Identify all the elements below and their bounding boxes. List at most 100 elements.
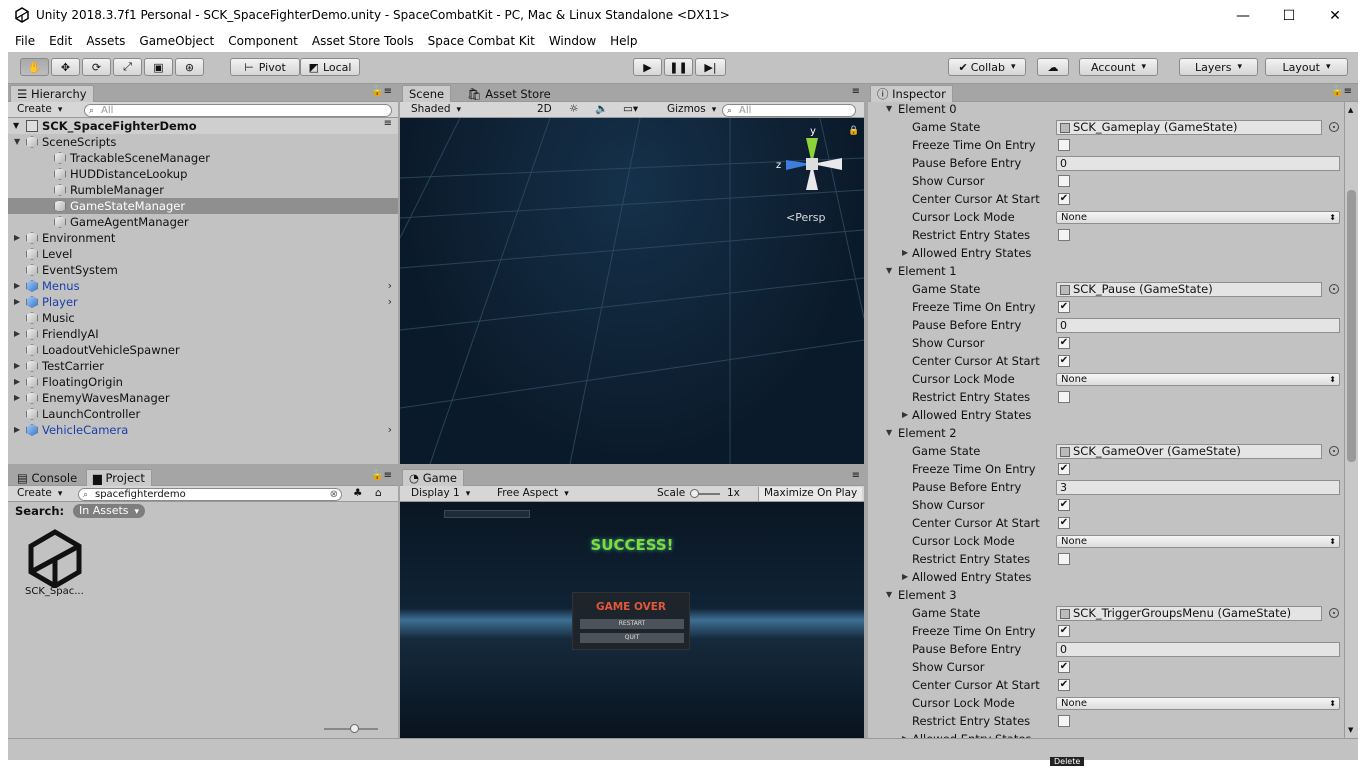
inspector-scrollbar[interactable]: ▲ ▼ (1344, 102, 1358, 738)
checkbox[interactable] (1058, 715, 1070, 727)
checkbox[interactable]: ✔ (1058, 625, 1070, 637)
local-toggle[interactable]: ◩ Local (300, 58, 360, 76)
hierarchy-item[interactable]: ▶ Player › (8, 294, 398, 310)
checkbox[interactable]: ✔ (1058, 499, 1070, 511)
scene-menu-icon[interactable]: ≡ (384, 118, 392, 129)
hierarchy-item[interactable]: HUDDistanceLookup (8, 166, 398, 182)
hierarchy-item[interactable]: TrackableSceneManager (8, 150, 398, 166)
hierarchy-item[interactable]: ▶ TestCarrier (8, 358, 398, 374)
restart-button[interactable]: RESTART (580, 619, 684, 629)
minimize-button[interactable]: — (1220, 0, 1266, 32)
scene-root-row[interactable]: ▼ SCK_SpaceFighterDemo ≡ (8, 118, 398, 134)
foldout-arrow-icon[interactable]: ▶ (902, 244, 908, 262)
panel-menu-icon[interactable]: ≡ (852, 470, 860, 481)
checkbox[interactable] (1058, 553, 1070, 565)
pause-before-entry-field[interactable]: 0 (1056, 318, 1340, 333)
lighting-toggle[interactable]: ☼ (564, 103, 583, 117)
prefab-open-icon[interactable]: › (388, 422, 392, 438)
filter-by-label-button[interactable]: ⌂ (370, 487, 387, 501)
play-button[interactable]: ▶ (633, 58, 662, 76)
menu-assets[interactable]: Assets (79, 32, 132, 52)
panel-menu-icon[interactable]: ≡ (852, 86, 860, 97)
checkbox[interactable] (1058, 229, 1070, 241)
tab-asset-store[interactable]: 🛍 Asset Store (460, 85, 558, 102)
hierarchy-item[interactable]: ▶ FriendlyAI (8, 326, 398, 342)
checkbox[interactable]: ✔ (1058, 193, 1070, 205)
pause-before-entry-field[interactable]: 0 (1056, 642, 1340, 657)
menu-gameobject[interactable]: GameObject (132, 32, 221, 52)
search-scope-toggle[interactable]: In Assets (73, 504, 146, 518)
foldout-arrow-icon[interactable]: ▶ (902, 568, 908, 586)
allowed-entry-states-foldout[interactable]: ▶ Allowed Entry States (868, 244, 1330, 262)
expand-arrow-icon[interactable]: ▼ (13, 121, 19, 130)
scene-search-input[interactable]: ⌕ All (722, 104, 856, 117)
checkbox[interactable] (1058, 139, 1070, 151)
game-state-field[interactable]: SCK_Pause (GameState) (1056, 282, 1322, 297)
pause-before-entry-field[interactable]: 0 (1056, 156, 1340, 171)
maximize-button[interactable]: ☐ (1266, 0, 1312, 32)
aspect-dropdown[interactable]: Free Aspect (492, 487, 648, 501)
object-picker-icon[interactable] (1329, 122, 1339, 132)
tab-game[interactable]: ◔ Game (402, 469, 464, 486)
icon-size-slider[interactable] (324, 724, 378, 733)
2d-toggle[interactable]: 2D (532, 103, 557, 117)
allowed-entry-states-foldout[interactable]: ▶ Allowed Entry States (868, 406, 1330, 424)
pause-button[interactable]: ❚❚ (664, 58, 693, 76)
menu-window[interactable]: Window (542, 32, 603, 52)
collapse-arrow-icon[interactable]: ▶ (14, 326, 20, 342)
menu-help[interactable]: Help (603, 32, 644, 52)
hierarchy-item[interactable]: LaunchController (8, 406, 398, 422)
scale-slider-thumb[interactable] (690, 489, 699, 498)
allowed-entry-states-foldout[interactable]: ▶ Allowed Entry States (868, 568, 1330, 586)
hierarchy-item[interactable]: GameAgentManager (8, 214, 398, 230)
menu-edit[interactable]: Edit (42, 32, 79, 52)
foldout-arrow-icon[interactable]: ▼ (886, 262, 892, 280)
scrollbar-thumb[interactable] (1347, 190, 1356, 462)
gizmos-dropdown[interactable]: Gizmos (662, 103, 721, 117)
layout-dropdown[interactable]: Layout (1265, 58, 1348, 76)
game-viewport[interactable]: SUCCESS! GAME OVER RESTART QUIT (400, 502, 864, 738)
element-foldout[interactable]: ▼ Element 0 (868, 100, 1330, 118)
collapse-arrow-icon[interactable]: ▶ (14, 422, 20, 438)
shading-mode-dropdown[interactable]: Shaded (406, 103, 526, 117)
object-picker-icon[interactable] (1329, 284, 1339, 294)
layers-dropdown[interactable]: Layers (1179, 58, 1258, 76)
collapse-arrow-icon[interactable]: ▶ (14, 278, 20, 294)
hierarchy-item[interactable]: Level (8, 246, 398, 262)
collapse-arrow-icon[interactable]: ▶ (14, 390, 20, 406)
foldout-arrow-icon[interactable]: ▶ (902, 730, 908, 738)
transform-tool-button[interactable]: ⊛ (175, 58, 204, 76)
display-dropdown[interactable]: Display 1 (406, 487, 486, 501)
checkbox[interactable]: ✔ (1058, 355, 1070, 367)
menu-space-combat-kit[interactable]: Space Combat Kit (421, 32, 542, 52)
project-search-input[interactable]: ⌕ spacefighterdemo ⊗ (78, 488, 342, 501)
object-picker-icon[interactable] (1329, 446, 1339, 456)
lock-icon[interactable]: 🔒 (848, 126, 859, 136)
checkbox[interactable]: ✔ (1058, 301, 1070, 313)
checkbox[interactable]: ✔ (1058, 679, 1070, 691)
hierarchy-item[interactable]: ▶ Menus › (8, 278, 398, 294)
persp-label[interactable]: <Persp (786, 211, 825, 224)
hierarchy-item[interactable]: RumbleManager (8, 182, 398, 198)
game-state-field[interactable]: SCK_TriggerGroupsMenu (GameState) (1056, 606, 1322, 621)
expand-arrow-icon[interactable]: ▼ (14, 134, 20, 150)
checkbox[interactable]: ✔ (1058, 517, 1070, 529)
foldout-arrow-icon[interactable]: ▼ (886, 586, 892, 604)
collapse-arrow-icon[interactable]: ▶ (14, 294, 20, 310)
rotate-tool-button[interactable]: ⟳ (82, 58, 111, 76)
pivot-toggle[interactable]: ⊢ Pivot (230, 58, 300, 76)
rect-tool-button[interactable]: ▣ (144, 58, 173, 76)
hand-tool-button[interactable]: ✋ (20, 58, 49, 76)
panel-menu-icon[interactable]: 🔒≡ (371, 86, 392, 97)
hierarchy-create-button[interactable]: Create (12, 103, 67, 117)
scene-viewport[interactable]: y z 🔒 <Persp (400, 118, 864, 464)
hierarchy-item[interactable]: Music (8, 310, 398, 326)
pause-before-entry-field[interactable]: 3 (1056, 480, 1340, 495)
hierarchy-item[interactable]: GameStateManager (8, 198, 398, 214)
slider-thumb[interactable] (350, 724, 359, 733)
checkbox[interactable]: ✔ (1058, 463, 1070, 475)
foldout-arrow-icon[interactable]: ▶ (902, 406, 908, 424)
asset-item[interactable]: SCK_Spac... (22, 528, 88, 598)
hierarchy-item[interactable]: ▶ VehicleCamera › (8, 422, 398, 438)
tab-console[interactable]: ▤ Console (10, 469, 84, 486)
